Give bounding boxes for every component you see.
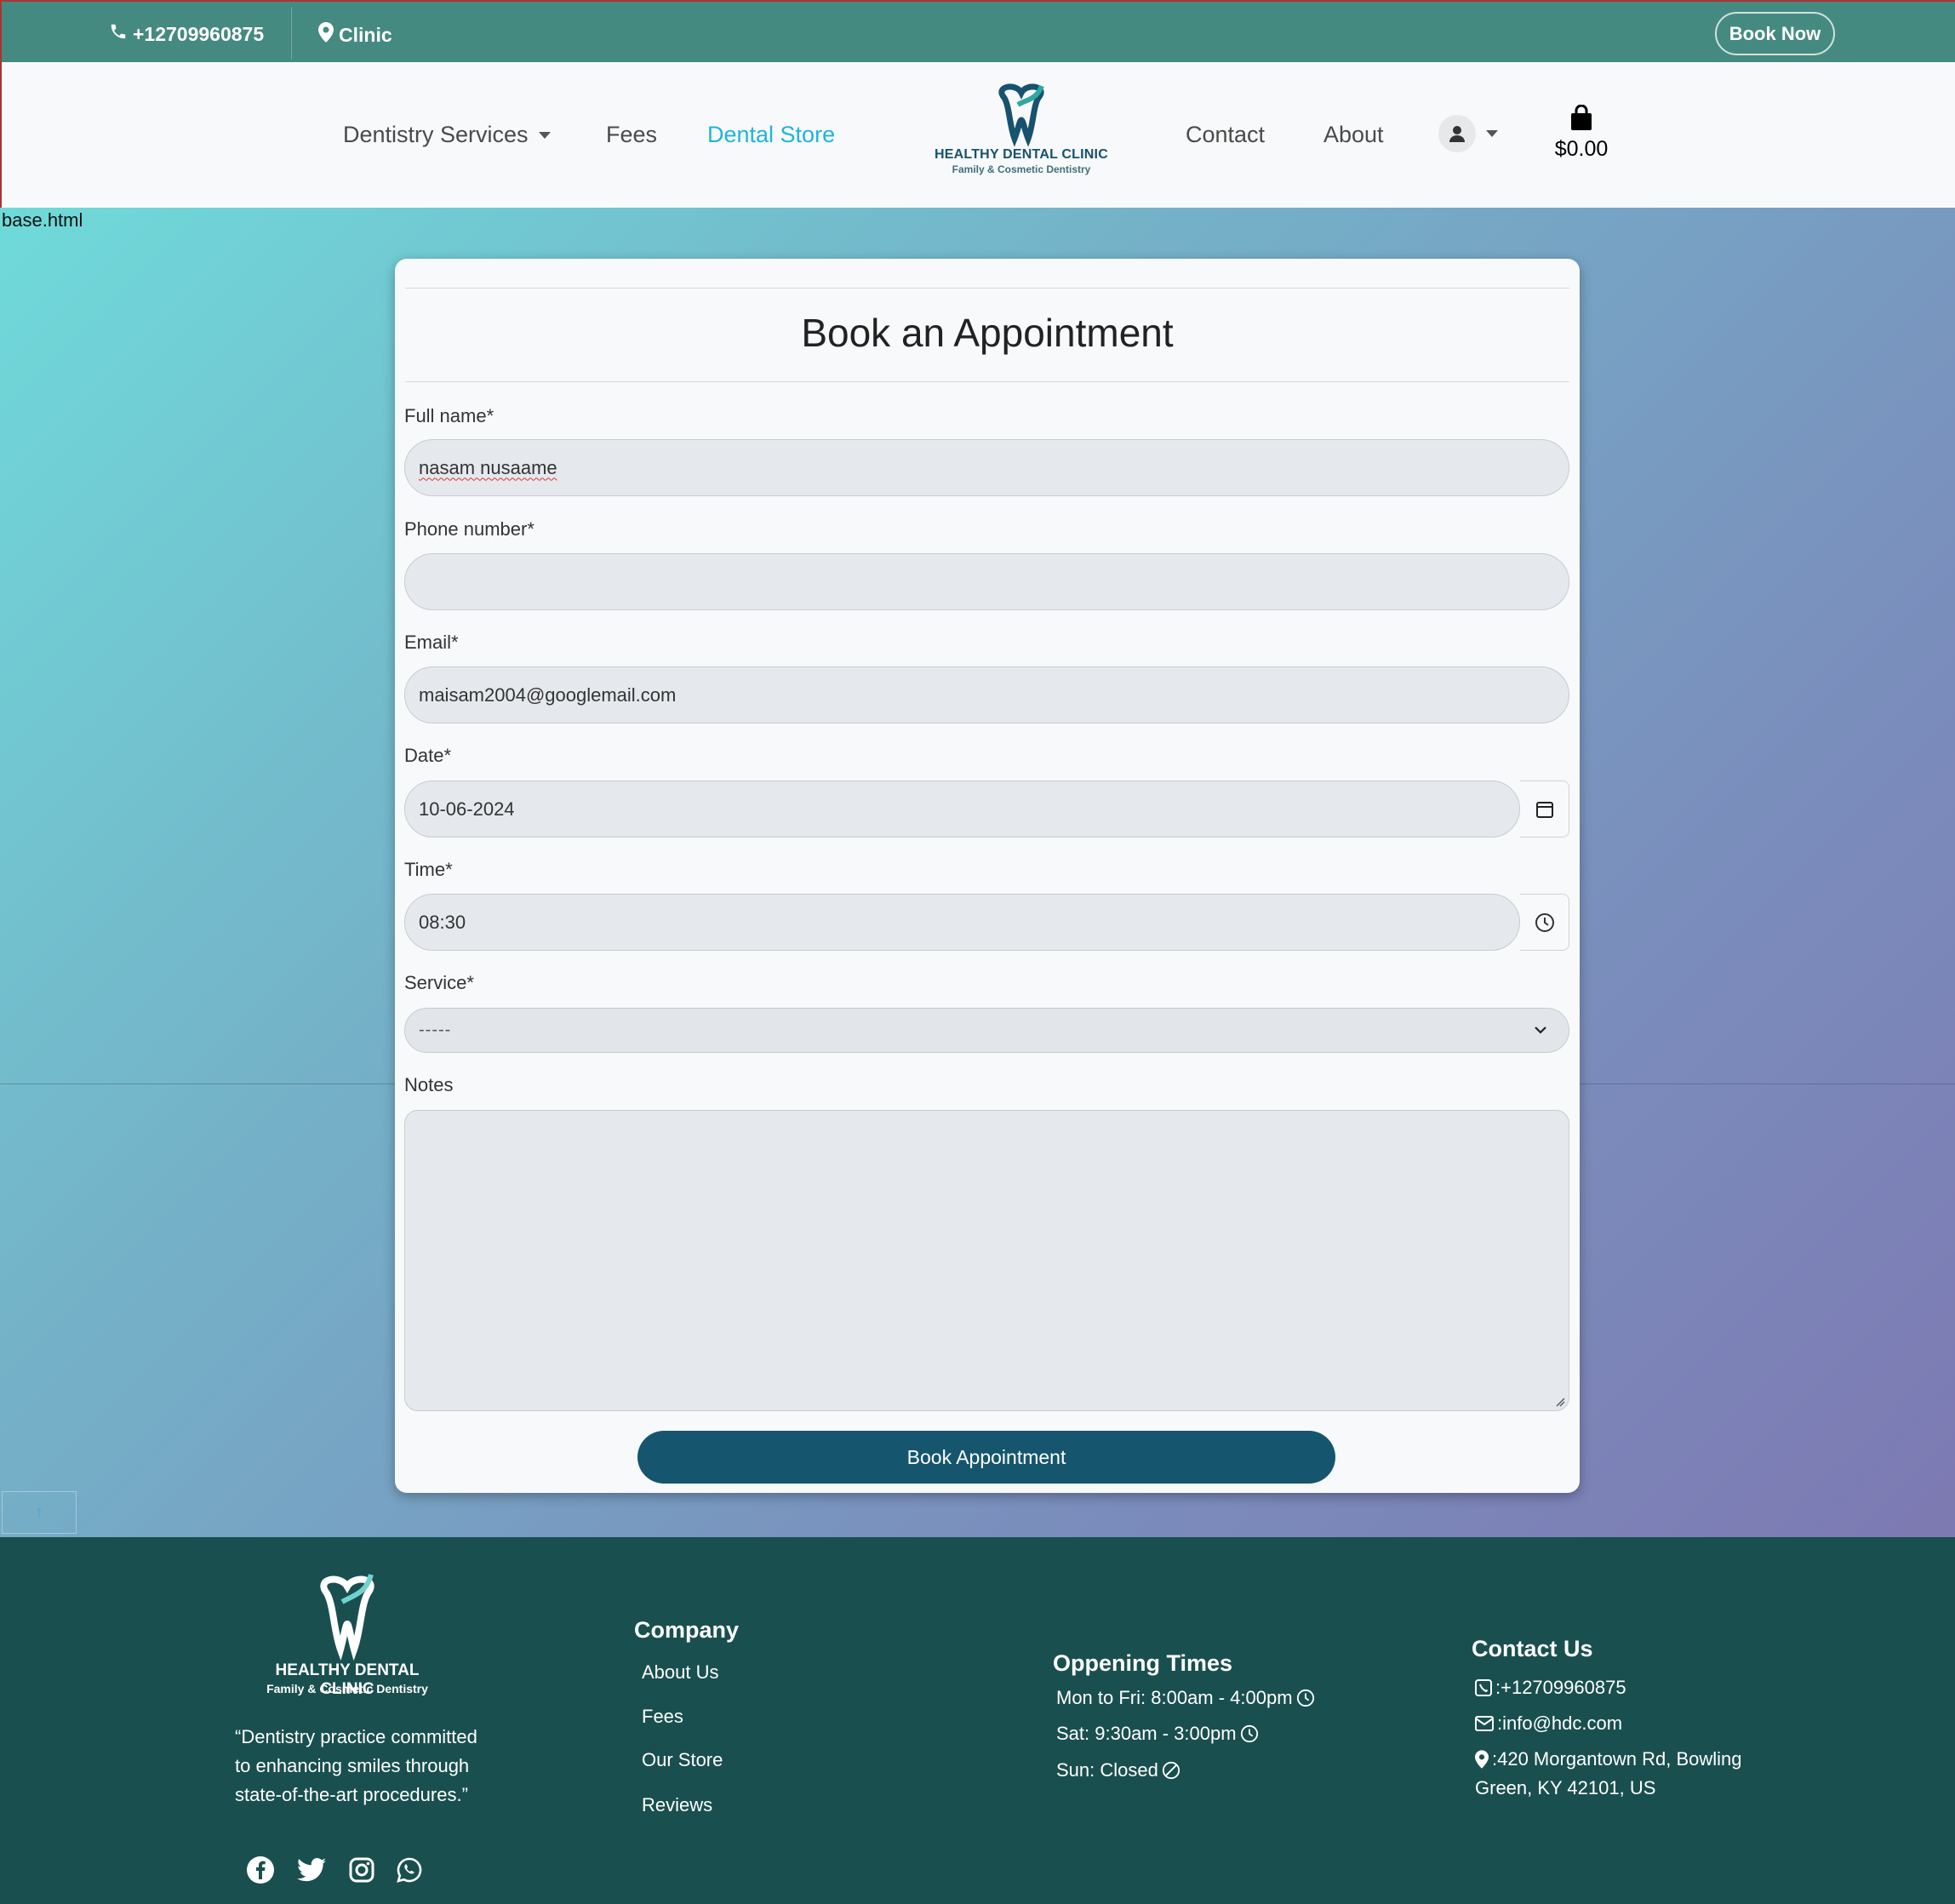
user-icon [1449, 126, 1465, 142]
phone-label: Phone number* [404, 518, 534, 540]
calendar-icon [1535, 801, 1553, 818]
date-input[interactable]: 10-06-2024 [404, 780, 1520, 838]
full-name-value: nasam nusaame [419, 456, 557, 478]
footer-link-our-store[interactable]: Our Store [642, 1749, 723, 1771]
email-input[interactable]: maisam2004@googlemail.com [404, 666, 1569, 723]
time-label: Time* [404, 859, 453, 880]
footer-contact-phone-text: :+12709960875 [1495, 1677, 1626, 1698]
time-picker-button[interactable] [1520, 894, 1569, 951]
nav-dentistry-services[interactable]: Dentistry Services [343, 122, 551, 148]
footer-link-about-us[interactable]: About Us [642, 1661, 719, 1684]
contact-us-heading: Contact Us [1472, 1636, 1593, 1661]
map-pin-icon [1475, 1750, 1489, 1769]
time-value: 08:30 [419, 911, 466, 933]
user-menu-button[interactable] [1438, 115, 1476, 152]
footer-contact-address-line1: :420 Morgantown Rd, Bowling [1492, 1748, 1742, 1770]
user-menu-caret-icon[interactable] [1486, 130, 1498, 137]
appointment-card: Book an Appointment Full name* nasam nus… [395, 259, 1580, 1493]
form-title: Book an Appointment [801, 311, 1174, 355]
logo-subtitle: Family & Cosmetic Dentistry [952, 163, 1091, 175]
cart-button[interactable]: $0.00 [1551, 105, 1612, 164]
map-pin-icon [318, 22, 334, 48]
notes-textarea[interactable] [404, 1110, 1569, 1411]
email-value: maisam2004@googlemail.com [419, 683, 677, 706]
date-value: 10-06-2024 [419, 798, 515, 820]
main-navbar: Dentistry Services Fees Dental Store HEA… [0, 62, 1955, 208]
scroll-to-top-button[interactable]: ↑ [2, 1491, 77, 1534]
card-top-divider [405, 288, 1569, 289]
whatsapp-icon[interactable] [395, 1855, 424, 1884]
top-bar: +12709960875 Clinic Book Now [0, 0, 1955, 62]
full-name-input[interactable]: nasam nusaame [404, 439, 1569, 496]
envelope-icon [1475, 1716, 1494, 1731]
service-value: ----- [419, 1021, 452, 1039]
site-footer: HEALTHY DENTAL CLINIC Family & Cosmetic … [0, 1537, 1955, 1904]
topbar-location-text: Clinic [339, 23, 392, 46]
footer-quote: “Dentistry practice committed to enhanci… [235, 1726, 477, 1805]
date-label: Date* [404, 745, 452, 766]
clock-icon [1296, 1689, 1314, 1707]
title-divider [405, 381, 1569, 382]
book-appointment-button[interactable]: Book Appointment [637, 1431, 1335, 1484]
topbar-location[interactable]: Clinic [318, 22, 392, 48]
hours-saturday-text: Sat: 9:30am - 3:00pm [1056, 1723, 1237, 1744]
hours-saturday: Sat: 9:30am - 3:00pm [1056, 1723, 1259, 1745]
service-label: Service* [404, 972, 474, 993]
nav-fees[interactable]: Fees [606, 122, 657, 148]
ban-icon [1162, 1761, 1180, 1780]
topbar-divider [291, 7, 292, 60]
logo-title: HEALTHY DENTAL CLINIC [935, 147, 1108, 162]
caret-down-icon [538, 131, 551, 139]
footer-contact-address-line2-text: Green, KY 42101, US [1475, 1777, 1656, 1798]
service-select[interactable]: ----- [404, 1008, 1569, 1053]
footer-logo-subtitle: Family & Cosmetic Dentistry [266, 1682, 428, 1695]
nav-dentistry-services-label: Dentistry Services [343, 122, 529, 147]
footer-contact-address-line2: Green, KY 42101, US [1475, 1777, 1655, 1799]
email-label: Email* [404, 632, 459, 653]
notes-label: Notes [404, 1074, 454, 1095]
book-now-button[interactable]: Book Now [1715, 12, 1835, 55]
footer-logo[interactable]: HEALTHY DENTAL CLINIC Family & Cosmetic … [255, 1568, 439, 1698]
full-name-label: Full name* [404, 405, 494, 426]
nav-contact[interactable]: Contact [1186, 122, 1265, 148]
company-heading: Company [634, 1617, 740, 1643]
footer-contact-email[interactable]: :info@hdc.com [1475, 1712, 1622, 1735]
hours-sunday: Sun: Closed [1056, 1759, 1180, 1781]
footer-contact-phone[interactable]: :+12709960875 [1475, 1677, 1626, 1699]
nav-dental-store[interactable]: Dental Store [707, 122, 835, 148]
debug-template-label: base.html [2, 209, 83, 231]
time-input[interactable]: 08:30 [404, 894, 1520, 951]
hours-weekdays-text: Mon to Fri: 8:00am - 4:00pm [1056, 1687, 1293, 1708]
arrow-up-icon: ↑ [35, 1502, 43, 1522]
facebook-icon[interactable] [246, 1855, 275, 1884]
footer-link-reviews[interactable]: Reviews [642, 1794, 712, 1816]
topbar-phone[interactable]: +12709960875 [109, 22, 264, 46]
footer-contact-address: :420 Morgantown Rd, Bowling [1475, 1748, 1742, 1770]
phone-square-icon [1475, 1679, 1492, 1696]
clock-icon [1535, 912, 1554, 932]
opening-times-heading: Oppening Times [1053, 1650, 1233, 1676]
chevron-down-icon [1535, 1026, 1546, 1034]
twitter-icon[interactable] [297, 1855, 326, 1884]
hours-sunday-text: Sun: Closed [1056, 1759, 1158, 1781]
footer-link-fees[interactable]: Fees [642, 1706, 683, 1728]
phone-input[interactable] [404, 553, 1569, 610]
resize-handle-icon[interactable] [1555, 1397, 1565, 1407]
footer-contact-email-text: :info@hdc.com [1497, 1712, 1623, 1734]
cart-total: $0.00 [1554, 137, 1609, 161]
clock-icon [1240, 1724, 1258, 1743]
date-picker-button[interactable] [1520, 780, 1569, 838]
nav-about[interactable]: About [1323, 122, 1384, 148]
tooth-logo-icon [998, 83, 1044, 147]
tooth-logo-icon [320, 1574, 374, 1661]
clinic-logo[interactable]: HEALTHY DENTAL CLINIC Family & Cosmetic … [935, 81, 1108, 181]
topbar-phone-text: +12709960875 [133, 22, 265, 45]
instagram-icon[interactable] [347, 1855, 376, 1884]
shopping-bag-icon [1571, 105, 1592, 130]
phone-icon [109, 22, 128, 46]
hours-weekdays: Mon to Fri: 8:00am - 4:00pm [1056, 1687, 1315, 1709]
